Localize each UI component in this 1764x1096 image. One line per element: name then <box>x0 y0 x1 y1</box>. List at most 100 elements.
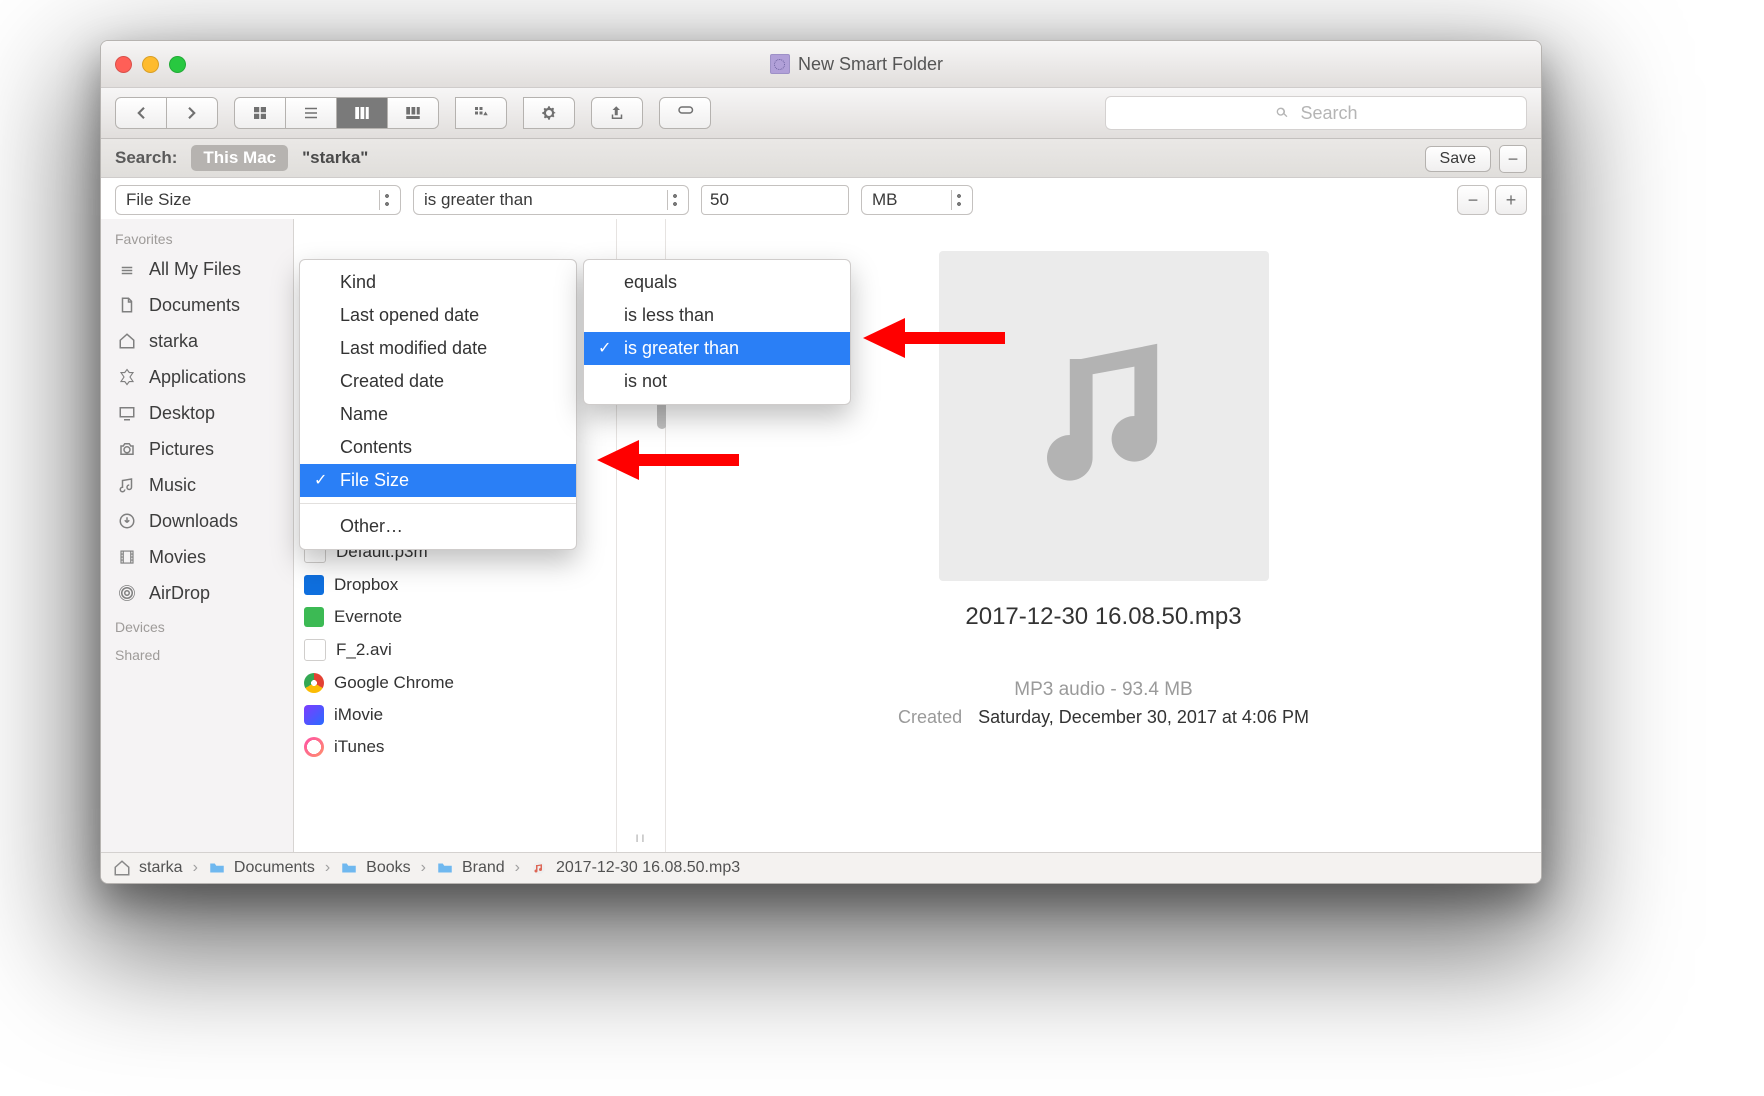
menu-item-name[interactable]: Name <box>300 398 576 431</box>
menu-item-is-greater-than[interactable]: ✓is greater than <box>584 332 850 365</box>
preview-thumbnail <box>939 251 1269 581</box>
imovie-icon <box>304 705 324 725</box>
zoom-button[interactable] <box>169 56 186 73</box>
sidebar-item-label: Movies <box>149 547 206 568</box>
path-crumb[interactable]: Brand <box>436 859 505 877</box>
attribute-select[interactable]: File Size <box>115 185 401 215</box>
window-title: New Smart Folder <box>186 54 1527 75</box>
search-scope-bar: Search: This Mac "starka" Save − <box>101 139 1541 178</box>
nav-buttons <box>115 97 218 129</box>
search-placeholder: Search <box>1300 103 1357 124</box>
list-item[interactable]: F_2.avi <box>294 633 616 667</box>
preview-meta-created: Created Saturday, December 30, 2017 at 4… <box>898 707 1309 728</box>
forward-button[interactable] <box>167 97 218 129</box>
path-crumb[interactable]: Documents <box>208 859 315 877</box>
list-item[interactable]: Google Chrome <box>294 667 616 699</box>
attribute-dropdown[interactable]: Kind Last opened date Last modified date… <box>299 259 577 550</box>
camera-icon <box>115 437 139 461</box>
dropbox-icon <box>304 575 324 595</box>
sidebar-item-movies[interactable]: Movies <box>101 539 293 575</box>
sidebar-item-airdrop[interactable]: AirDrop <box>101 575 293 611</box>
menu-item-kind[interactable]: Kind <box>300 266 576 299</box>
download-icon <box>115 509 139 533</box>
grid-icon <box>251 104 269 122</box>
sidebar-item-all-my-files[interactable]: All My Files <box>101 251 293 287</box>
scope-current-folder[interactable]: "starka" <box>302 148 368 168</box>
menu-item-file-size[interactable]: ✓File Size <box>300 464 576 497</box>
sidebar-item-home[interactable]: starka <box>101 323 293 359</box>
path-crumb[interactable]: 2017-12-30 16.08.50.mp3 <box>530 859 740 877</box>
chevron-right-icon: › <box>325 859 330 877</box>
menu-item-contents[interactable]: Contents <box>300 431 576 464</box>
coverflow-view-button[interactable] <box>388 97 439 129</box>
list-item[interactable]: iMovie <box>294 699 616 731</box>
window-title-text: New Smart Folder <box>798 54 943 75</box>
close-button[interactable] <box>115 56 132 73</box>
audio-file-icon <box>530 859 548 877</box>
menu-item-other[interactable]: Other… <box>300 510 576 543</box>
arrange-button[interactable] <box>455 97 507 129</box>
arrange-button-group <box>455 97 507 129</box>
path-crumb[interactable]: starka <box>113 859 183 877</box>
menu-item-created-date[interactable]: Created date <box>300 365 576 398</box>
chevron-right-icon: › <box>515 859 520 877</box>
scope-this-mac[interactable]: This Mac <box>191 145 288 171</box>
column-view-button[interactable] <box>337 97 388 129</box>
list-item[interactable]: Dropbox <box>294 569 616 601</box>
traffic-lights <box>115 56 186 73</box>
menu-item-is-less-than[interactable]: is less than <box>584 299 850 332</box>
sidebar-item-label: All My Files <box>149 259 241 280</box>
check-icon: ✓ <box>314 470 327 490</box>
action-button-group <box>523 97 575 129</box>
airdrop-icon <box>115 581 139 605</box>
menu-item-last-opened-date[interactable]: Last opened date <box>300 299 576 332</box>
unit-select[interactable]: MB <box>861 185 973 215</box>
sidebar-item-label: Pictures <box>149 439 214 460</box>
icon-view-button[interactable] <box>234 97 286 129</box>
share-icon <box>608 104 626 122</box>
home-icon <box>113 859 131 877</box>
save-button[interactable]: Save <box>1425 146 1491 172</box>
film-icon <box>115 545 139 569</box>
view-mode-buttons <box>234 97 439 129</box>
grid-dropdown-icon <box>472 104 490 122</box>
sidebar-item-documents[interactable]: Documents <box>101 287 293 323</box>
share-button[interactable] <box>591 97 643 129</box>
back-button[interactable] <box>115 97 167 129</box>
action-button[interactable] <box>523 97 575 129</box>
list-item[interactable]: Evernote <box>294 601 616 633</box>
sidebar-item-music[interactable]: Music <box>101 467 293 503</box>
sidebar-item-desktop[interactable]: Desktop <box>101 395 293 431</box>
menu-item-equals[interactable]: equals <box>584 266 850 299</box>
music-note-icon <box>1009 321 1199 511</box>
sidebar-item-pictures[interactable]: Pictures <box>101 431 293 467</box>
add-criteria-button[interactable]: + <box>1495 185 1527 215</box>
sidebar-item-downloads[interactable]: Downloads <box>101 503 293 539</box>
list-item[interactable]: iTunes <box>294 731 616 763</box>
chevron-left-icon <box>132 104 150 122</box>
sidebar-item-label: Documents <box>149 295 240 316</box>
path-crumb[interactable]: Books <box>340 859 410 877</box>
preview-filename: 2017-12-30 16.08.50.mp3 <box>965 603 1241 631</box>
sidebar-item-label: Applications <box>149 367 246 388</box>
search-field[interactable]: Search <box>1105 96 1527 130</box>
tags-button[interactable] <box>659 97 711 129</box>
collapse-criteria-button[interactable]: − <box>1499 145 1527 173</box>
value-input[interactable]: 50 <box>701 185 849 215</box>
menu-item-last-modified-date[interactable]: Last modified date <box>300 332 576 365</box>
sidebar-item-label: starka <box>149 331 198 352</box>
smart-folder-icon <box>770 54 790 74</box>
sidebar-item-applications[interactable]: Applications <box>101 359 293 395</box>
sidebar-heading-shared: Shared <box>101 639 293 667</box>
folder-icon <box>340 859 358 877</box>
tag-icon <box>676 104 694 122</box>
list-view-button[interactable] <box>286 97 337 129</box>
remove-criteria-button[interactable]: − <box>1457 185 1489 215</box>
menu-item-is-not[interactable]: is not <box>584 365 850 398</box>
chrome-icon <box>304 673 324 693</box>
minimize-button[interactable] <box>142 56 159 73</box>
operator-select[interactable]: is greater than <box>413 185 689 215</box>
music-icon <box>115 473 139 497</box>
operator-dropdown[interactable]: equals is less than ✓is greater than is … <box>583 259 851 405</box>
menu-separator <box>300 503 576 504</box>
